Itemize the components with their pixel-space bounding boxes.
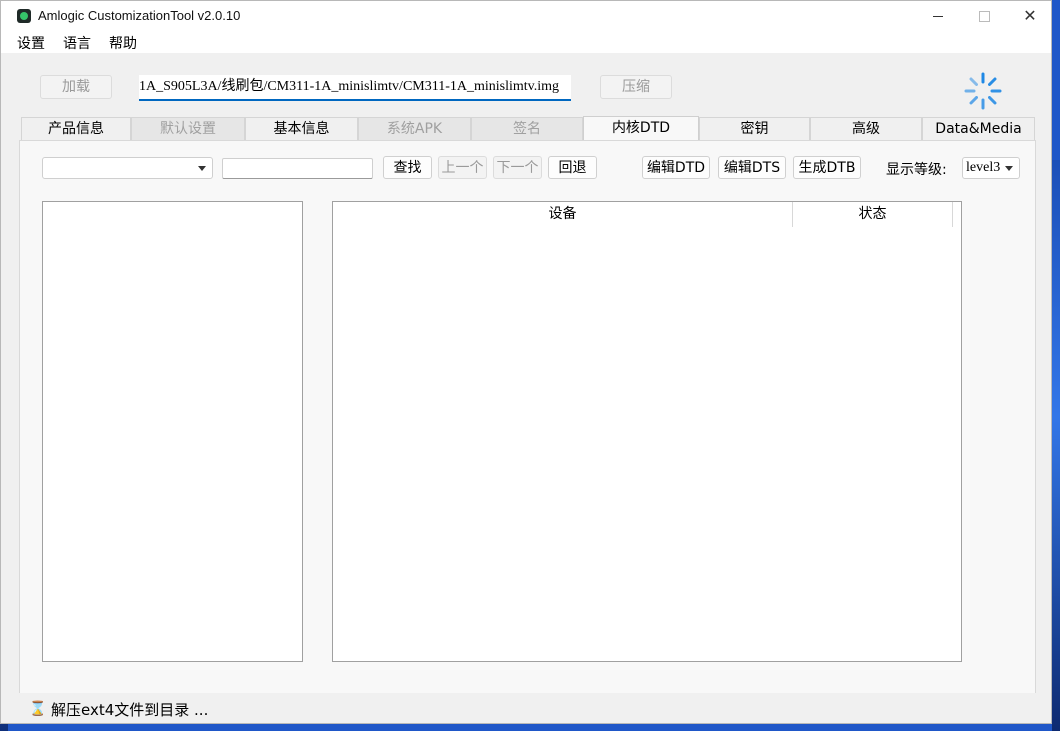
status-message: 解压ext4文件到目录 ... — [51, 701, 209, 719]
tab-product-info[interactable]: 产品信息 — [21, 117, 131, 140]
compress-button[interactable]: 压缩 — [600, 75, 672, 99]
close-icon: ✕ — [1023, 6, 1037, 25]
generate-dtb-button[interactable]: 生成DTB — [793, 156, 861, 179]
next-button[interactable]: 下一个 — [493, 156, 542, 179]
edit-dtd-button[interactable]: 编辑DTD — [642, 156, 710, 179]
previous-button[interactable]: 上一个 — [438, 156, 487, 179]
tab-default-settings[interactable]: 默认设置 — [131, 117, 245, 140]
tab-kernel-dtd[interactable]: 内核DTD — [583, 116, 699, 141]
tab-data-media[interactable]: Data&Media — [922, 117, 1035, 140]
status-bar: ⌛ 解压ext4文件到目录 ... — [1, 693, 1051, 723]
kernel-dtd-panel: 查找 上一个 下一个 回退 编辑DTD 编辑DTS 生成DTB 显示等级: le… — [19, 140, 1036, 694]
tab-advanced[interactable]: 高级 — [810, 117, 922, 140]
rollback-button[interactable]: 回退 — [548, 156, 597, 179]
minimize-button[interactable] — [915, 1, 961, 31]
column-header-status[interactable]: 状态 — [793, 202, 953, 227]
edit-dts-button[interactable]: 编辑DTS — [718, 156, 786, 179]
menu-settings[interactable]: 设置 — [17, 33, 45, 53]
window-title: Amlogic CustomizationTool v2.0.10 — [38, 8, 241, 23]
tab-system-apk[interactable]: 系统APK — [358, 117, 471, 140]
display-level-value: level3 — [966, 160, 1001, 175]
find-button[interactable]: 查找 — [383, 156, 432, 179]
load-button[interactable]: 加载 — [40, 75, 112, 99]
menu-help[interactable]: 帮助 — [109, 33, 137, 53]
device-table[interactable]: 设备 状态 — [332, 201, 962, 662]
image-path-input[interactable]: 1A_S905L3A/线刷包/CM311-1A_minislimtv/CM311… — [139, 75, 571, 101]
search-input[interactable] — [222, 158, 373, 179]
display-level-label: 显示等级: — [886, 162, 947, 178]
desktop-wallpaper-right — [1052, 160, 1060, 731]
tab-bar: 产品信息 默认设置 基本信息 系统APK 签名 内核DTD 密钥 高级 Data… — [21, 116, 1035, 141]
dtd-tree-view[interactable] — [42, 201, 303, 662]
chevron-down-icon — [1005, 166, 1013, 171]
main-content: 加载 1A_S905L3A/线刷包/CM311-1A_minislimtv/CM… — [1, 53, 1051, 723]
tab-basic-info[interactable]: 基本信息 — [245, 117, 358, 140]
app-window: Amlogic CustomizationTool v2.0.10 ✕ 设置 语… — [0, 0, 1052, 724]
display-level-select[interactable]: level3 — [962, 157, 1020, 179]
hourglass-icon: ⌛ — [29, 701, 47, 717]
loading-spinner-icon — [964, 72, 1002, 110]
menu-bar: 设置 语言 帮助 — [1, 31, 1051, 53]
maximize-icon — [978, 10, 990, 22]
maximize-button[interactable] — [961, 1, 1007, 31]
close-button[interactable]: ✕ — [1007, 1, 1053, 31]
app-logo-icon — [17, 9, 31, 23]
menu-language[interactable]: 语言 — [63, 33, 91, 53]
tab-keys[interactable]: 密钥 — [699, 117, 810, 140]
chevron-down-icon — [198, 166, 206, 171]
minimize-icon — [933, 15, 943, 17]
node-select[interactable] — [42, 157, 213, 179]
title-bar: Amlogic CustomizationTool v2.0.10 ✕ — [1, 1, 1051, 31]
column-header-device[interactable]: 设备 — [333, 202, 793, 227]
tab-signature[interactable]: 签名 — [471, 117, 583, 140]
